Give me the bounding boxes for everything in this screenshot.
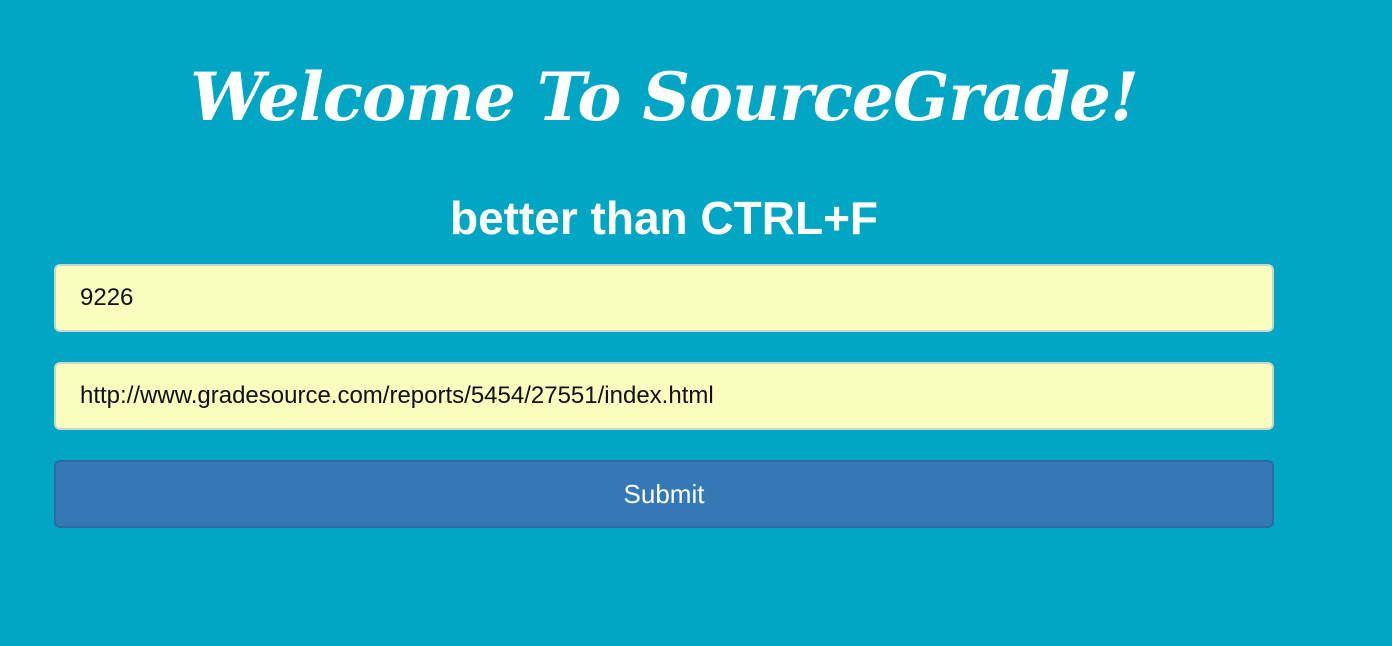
page-title: Welcome To SourceGrade! (190, 58, 1139, 136)
page: Welcome To SourceGrade! better than CTRL… (0, 0, 1392, 646)
url-input[interactable] (54, 362, 1274, 430)
page-tagline: better than CTRL+F (449, 192, 879, 244)
id-input[interactable] (54, 264, 1274, 332)
submit-button[interactable]: Submit (54, 460, 1274, 528)
